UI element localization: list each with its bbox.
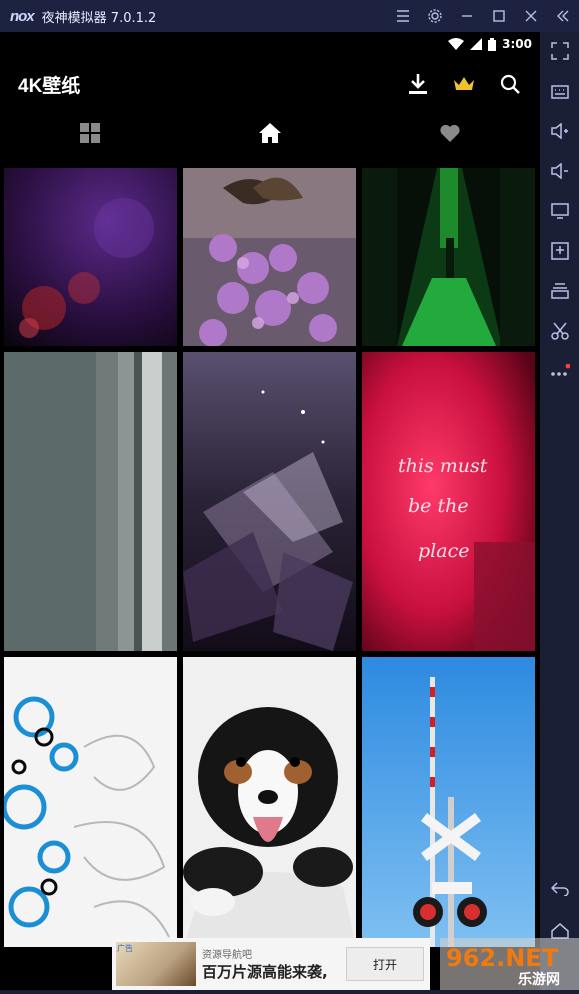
emulator-sidebar [540,32,579,990]
neon-line-1: this must [398,455,488,477]
collapse-sidebar-icon[interactable] [547,0,579,32]
back-icon[interactable] [540,874,579,904]
volume-up-icon[interactable] [540,116,579,146]
neon-line-2: be the [408,495,469,517]
menu-icon[interactable] [387,0,419,32]
minimize-icon[interactable] [451,0,483,32]
heart-icon [440,124,460,142]
scissors-icon[interactable] [540,316,579,346]
volume-down-icon[interactable] [540,156,579,186]
wallpaper-tile-railroad-crossing[interactable] [362,657,535,947]
multi-instance-icon[interactable] [540,276,579,306]
wallpaper-tile-neon-sign[interactable]: this must be the place [362,352,535,651]
grid-icon [80,123,100,143]
tab-categories[interactable] [0,112,180,154]
wallpaper-grid: this must be the place [4,168,536,947]
home-icon [259,123,281,143]
wifi-icon [448,38,465,50]
download-icon[interactable] [402,68,434,100]
signal-icon [470,38,483,50]
app-actions [402,68,540,100]
android-screen: 3:00 4K壁纸 this must be the place 广告 资源导航… [0,32,540,990]
maximize-icon[interactable] [483,0,515,32]
ad-open-button[interactable]: 打开 [346,947,424,981]
nox-logo: nox [10,7,35,25]
keyboard-icon[interactable] [540,76,579,106]
more-icon[interactable] [540,356,579,386]
watermark-logo: 962.NET 乐游网 [440,938,579,990]
battery-icon [488,37,497,51]
emulator-titlebar: nox 夜神模拟器 7.0.1.2 [0,0,579,32]
tab-home[interactable] [180,112,360,154]
app-title: 4K壁纸 [18,75,81,97]
app-bar: 4K壁纸 [0,56,540,112]
window-title: 夜神模拟器 7.0.1.2 [41,10,157,26]
tab-bar [0,112,540,154]
wallpaper-tile-purple-bokeh[interactable] [4,168,177,346]
ad-banner[interactable]: 广告 资源导航吧 百万片源高能来袭, 打开 [112,938,430,990]
wallpaper-tile-puppy[interactable] [183,657,356,947]
fullscreen-icon[interactable] [540,36,579,66]
wallpaper-tile-crystal-abstract[interactable] [183,352,356,651]
window-controls [387,0,579,32]
settings-gear-icon[interactable] [419,0,451,32]
wallpaper-tile-blue-swirls[interactable] [4,657,177,947]
ad-headline: 百万片源高能来袭, [202,963,328,981]
tab-favorites[interactable] [360,112,540,154]
screen-icon[interactable] [540,196,579,226]
neon-line-3: place [418,540,469,562]
wallpaper-tile-butterfly-lavender[interactable] [183,168,356,346]
close-icon[interactable] [515,0,547,32]
search-icon[interactable] [494,68,526,100]
crown-vip-icon[interactable] [448,68,480,100]
ad-thumbnail: 广告 [116,942,196,986]
status-bar: 3:00 [0,32,540,56]
ad-source: 资源导航吧 [202,950,252,961]
watermark-sub: 乐游网 [518,971,560,988]
watermark-brand: 962.NET [446,944,559,972]
clock: 3:00 [502,37,532,51]
apk-install-icon[interactable] [540,236,579,266]
wallpaper-tile-green-corridor[interactable] [362,168,535,346]
wallpaper-tile-grey-stripes[interactable] [4,352,177,651]
ad-tag: 广告 [117,944,133,953]
ad-text: 资源导航吧 百万片源高能来袭, [202,946,346,982]
